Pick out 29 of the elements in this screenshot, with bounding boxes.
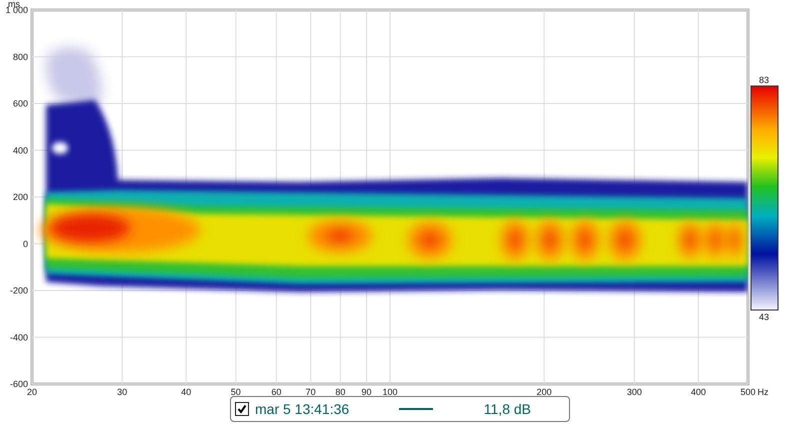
y-axis-label: -400 [10, 332, 28, 342]
x-axis-label: 300 [626, 387, 642, 396]
x-axis-label: 20 [27, 387, 37, 396]
y-axis-label: -600 [10, 379, 28, 389]
y-axis-label: 200 [12, 192, 28, 202]
color-scale-max: 83 [759, 75, 769, 85]
x-axis-label: 30 [117, 387, 128, 396]
y-axis-unit: ms [8, 0, 20, 9]
legend-checkbox[interactable] [235, 402, 249, 416]
legend-value: 11,8 dB [484, 401, 531, 417]
x-axis-label: 60 [271, 387, 282, 396]
x-axis-label: 90 [362, 387, 372, 396]
y-axis-label: 400 [12, 145, 28, 156]
x-axis-label: 50 [230, 387, 241, 396]
x-axis-label: 70 [306, 387, 316, 396]
y-axis-label: 0 [22, 238, 28, 249]
color-scale-min: 43 [759, 312, 769, 322]
x-axis-label: 100 [382, 387, 398, 396]
x-axis-label: 200 [536, 387, 552, 396]
x-axis-label: 80 [335, 387, 346, 396]
x-axis-label: 400 [690, 387, 706, 396]
x-axis-label: 500 [740, 387, 756, 396]
x-axis-label: 40 [181, 387, 192, 396]
y-axis-label: 600 [12, 98, 28, 108]
legend-label: mar 5 13:41:36 [255, 401, 350, 417]
quiet-spot [52, 142, 68, 154]
y-axis-label: 800 [12, 52, 28, 62]
y-axis-label: -200 [10, 286, 28, 296]
x-axis-unit: Hz [758, 387, 768, 396]
